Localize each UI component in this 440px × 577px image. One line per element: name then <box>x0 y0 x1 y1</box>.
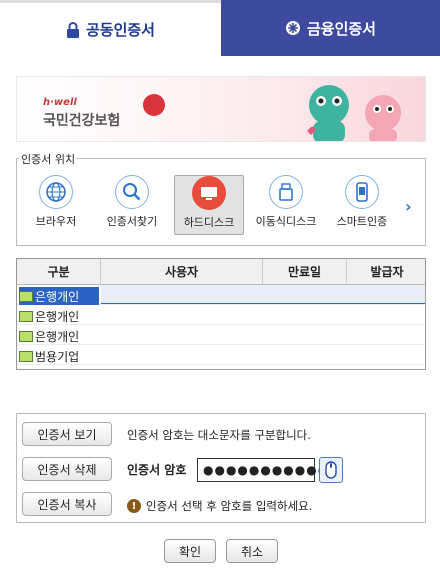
location-removable-disk[interactable]: 이동식디스크 <box>251 175 321 235</box>
warning-icon: ! <box>127 499 141 513</box>
smartphone-icon <box>345 175 379 209</box>
certificate-icon <box>19 310 33 322</box>
certificate-icon <box>19 330 33 342</box>
cert-table: 구분 사용자 만료일 발급자 은행개인 은행개인 은행개인 범용기업 <box>16 258 426 370</box>
ok-button[interactable]: 확인 <box>164 539 216 563</box>
copy-cert-button[interactable]: 인증서 복사 <box>22 492 112 516</box>
row-type: 은행개인 <box>35 329 80 344</box>
mascot-illustration <box>307 85 401 141</box>
row-type: 은행개인 <box>35 309 80 324</box>
usb-drive-icon <box>269 175 303 209</box>
delete-cert-button[interactable]: 인증서 삭제 <box>22 457 112 481</box>
tab-public-cert-label: 공동인증서 <box>85 21 155 39</box>
location-browser-label: 브라우저 <box>35 215 77 228</box>
location-removable-disk-label: 이동식디스크 <box>255 215 317 228</box>
search-icon <box>115 175 149 209</box>
financial-cert-icon <box>285 20 301 36</box>
location-hard-disk-label: 하드디스크 <box>183 216 235 229</box>
location-smart-auth-label: 스마트인증 <box>336 215 388 228</box>
table-row[interactable]: 은행개인 <box>17 285 425 305</box>
virtual-keyboard-mouse-icon[interactable] <box>319 457 343 483</box>
table-row[interactable]: 은행개인 <box>17 305 425 325</box>
cert-action-panel: 인증서 보기 인증서 암호는 대소문자를 구분합니다. 인증서 삭제 인증서 암… <box>16 413 426 523</box>
certificate-icon <box>19 290 33 302</box>
cert-tabs: 공동인증서 금융인증서 <box>0 0 440 56</box>
banner-org-name: 국민건강보험 <box>43 113 121 129</box>
tab-financial-cert-label: 금융인증서 <box>306 19 376 38</box>
col-type[interactable]: 구분 <box>17 259 101 285</box>
heart-logo-icon <box>143 94 165 116</box>
warning-message: ! 인증서 선택 후 암호를 입력하세요. <box>127 498 312 514</box>
col-expiry[interactable]: 만료일 <box>263 259 347 285</box>
view-cert-button[interactable]: 인증서 보기 <box>22 422 112 446</box>
col-user[interactable]: 사용자 <box>101 259 263 285</box>
warning-text: 인증서 선택 후 암호를 입력하세요. <box>146 499 313 513</box>
location-hard-disk[interactable]: 하드디스크 <box>174 175 244 235</box>
tab-financial-cert[interactable]: 금융인증서 <box>221 0 440 56</box>
row-type: 범용기업 <box>35 349 80 364</box>
location-smart-auth[interactable]: 스마트인증 <box>327 175 397 235</box>
row-type: 은행개인 <box>35 289 80 304</box>
password-input[interactable]: ●●●●●●●●●●●● <box>197 458 340 482</box>
table-row[interactable]: 은행개인 <box>17 325 425 345</box>
lock-icon <box>66 21 80 38</box>
location-find-cert-label: 인증서찾기 <box>106 215 158 228</box>
globe-icon <box>39 175 73 209</box>
nhis-banner: h·well 국민건강보험 <box>16 76 426 142</box>
hard-disk-icon <box>192 176 226 210</box>
certificate-icon <box>19 350 33 362</box>
col-issuer[interactable]: 발급자 <box>347 259 425 285</box>
cert-location-legend: 인증서 위치 <box>19 151 78 167</box>
table-header: 구분 사용자 만료일 발급자 <box>17 259 425 285</box>
location-find-cert[interactable]: 인증서찾기 <box>97 175 167 235</box>
location-browser[interactable]: 브라우저 <box>21 175 91 235</box>
chevron-right-icon[interactable]: › <box>405 197 412 216</box>
table-row[interactable]: 범용기업 <box>17 345 425 365</box>
case-sensitive-note: 인증서 암호는 대소문자를 구분합니다. <box>127 428 311 442</box>
password-label: 인증서 암호 <box>127 463 187 477</box>
cancel-button[interactable]: 취소 <box>226 539 278 563</box>
banner-brand: h·well <box>43 97 77 108</box>
tab-public-cert[interactable]: 공동인증서 <box>0 0 221 56</box>
cert-location-group: 인증서 위치 브라우저 인증서찾기 하드디스크 이동식디스크 스마트인증 › <box>16 151 426 246</box>
